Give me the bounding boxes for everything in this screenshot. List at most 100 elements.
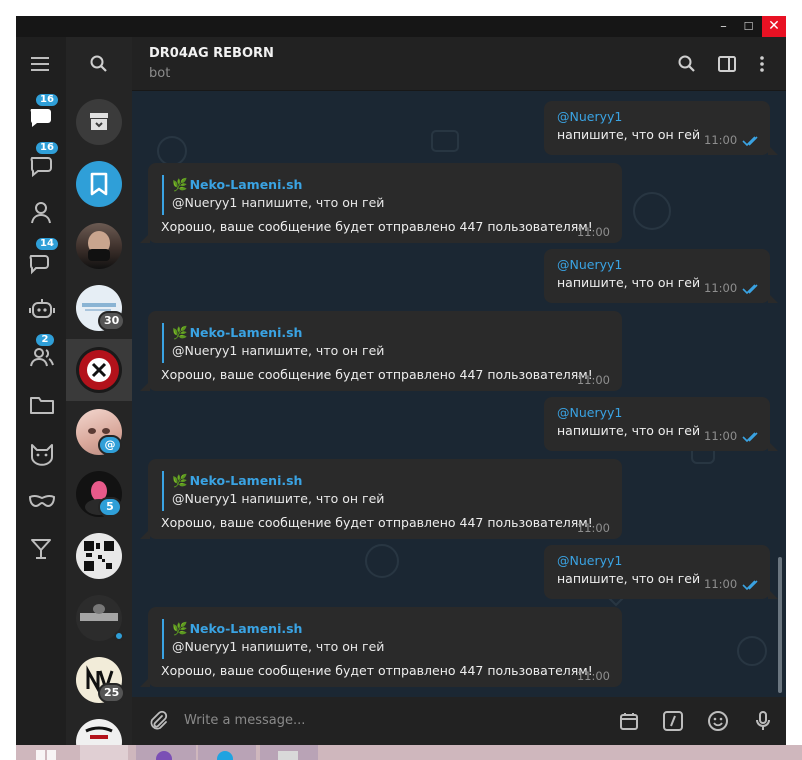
search-in-chat-icon[interactable]: [677, 54, 697, 74]
emoji-icon[interactable]: [707, 710, 729, 732]
folder-all-chats[interactable]: 16: [16, 91, 66, 139]
avatar: [76, 533, 122, 579]
incoming-message[interactable]: 🌿 Neko-Lameni.sh @Nueryy1 напишите, что он…: [140, 607, 622, 687]
reply-text: @Nueryy1 напишите, что он гей: [172, 343, 385, 358]
app-icon: [278, 751, 298, 760]
message-time: 11:00: [704, 281, 738, 295]
more-options-icon[interactable]: [752, 54, 772, 74]
avatar: [76, 223, 122, 269]
bot-commands-icon[interactable]: [662, 710, 684, 732]
message-input[interactable]: Write a message...: [184, 713, 305, 728]
attach-icon[interactable]: [147, 710, 169, 732]
read-double-check-icon: [742, 580, 758, 591]
mention-link[interactable]: @Nueryy1: [557, 405, 622, 420]
folder-icon: [30, 397, 54, 414]
chat-item[interactable]: 5: [66, 463, 132, 525]
avatar-photo: [79, 350, 119, 390]
chat-item[interactable]: 30: [66, 277, 132, 339]
chat-subtitle: bot: [149, 66, 171, 81]
main-menu-button[interactable]: [16, 40, 66, 88]
taskbar-app[interactable]: [198, 745, 256, 760]
folder-bots[interactable]: [16, 283, 66, 331]
minimize-button[interactable]: –: [712, 16, 735, 37]
taskbar-app[interactable]: [80, 745, 128, 760]
maximize-button[interactable]: ☐: [737, 16, 760, 37]
online-indicator: [114, 631, 124, 641]
microphone-icon[interactable]: [752, 710, 774, 732]
folder-cat[interactable]: [16, 427, 66, 475]
folder-badge: 2: [34, 332, 56, 348]
message-text: Хорошо, ваше сообщение будет отправлено …: [161, 515, 593, 530]
avatar-photo: [88, 231, 110, 261]
folder-mask[interactable]: [16, 475, 66, 523]
chat-list: 30 @ 5 25: [66, 37, 132, 760]
leaf-emoji-icon: 🌿: [172, 177, 188, 192]
folder-contacts[interactable]: 2: [16, 331, 66, 379]
bubble-tail: [768, 145, 778, 155]
reply-quote[interactable]: 🌿 Neko-Lameni.sh @Nueryy1 напишите, что он…: [162, 323, 582, 363]
reply-text: @Nueryy1 напишите, что он гей: [172, 195, 385, 210]
read-double-check-icon: [742, 136, 758, 147]
chat-item-selected[interactable]: [66, 339, 132, 401]
windows-start-icon[interactable]: [32, 745, 62, 760]
incoming-message[interactable]: 🌿 Neko-Lameni.sh @Nueryy1 напишите, что он…: [140, 311, 622, 391]
scrollbar[interactable]: [778, 557, 782, 693]
hamburger-menu-icon: [31, 57, 49, 71]
bubble-tail: [140, 529, 150, 539]
message-area[interactable]: @Nueryy1 напишите, что он гей 11:00 🌿 Neko-L…: [132, 91, 786, 697]
folder-custom[interactable]: [16, 379, 66, 427]
search-button[interactable]: [66, 37, 132, 91]
outgoing-message[interactable]: @Nueryy1 напишите, что он гей 11:00: [544, 101, 778, 155]
leaf-emoji-icon: 🌿: [172, 621, 188, 636]
folders-sidebar: 16 16 14 2: [16, 37, 66, 745]
schedule-calendar-icon[interactable]: [618, 710, 640, 732]
side-panel-icon[interactable]: [717, 54, 737, 74]
folder-cocktail[interactable]: [16, 523, 66, 571]
chat-item[interactable]: [66, 215, 132, 277]
message-time: 11:00: [576, 521, 610, 535]
outgoing-message[interactable]: @Nueryy1 напишите, что он гей 11:00: [544, 249, 778, 303]
mention-link[interactable]: @Nueryy1: [557, 109, 622, 124]
read-double-check-icon: [742, 432, 758, 443]
mention-link[interactable]: @Nueryy1: [557, 553, 622, 568]
taskbar-app-active[interactable]: [136, 745, 196, 760]
reply-quote[interactable]: 🌿 Neko-Lameni.sh @Nueryy1 напишите, что он…: [162, 175, 582, 215]
chat-item[interactable]: [66, 587, 132, 649]
close-button[interactable]: ✕: [762, 16, 786, 37]
reply-quote[interactable]: 🌿 Neko-Lameni.sh @Nueryy1 напишите, что он…: [162, 619, 582, 659]
reply-quote[interactable]: 🌿 Neko-Lameni.sh @Nueryy1 напишите, что он…: [162, 471, 582, 511]
chat-item[interactable]: [66, 525, 132, 587]
reply-author-name: Neko-Lameni.sh: [189, 325, 303, 340]
message-time: 11:00: [704, 577, 738, 591]
message-text: напишите, что он гей: [557, 275, 701, 290]
reply-text: @Nueryy1 напишите, что он гей: [172, 639, 385, 654]
incoming-message[interactable]: 🌿 Neko-Lameni.sh @Nueryy1 напишите, что он…: [140, 163, 622, 243]
outgoing-message[interactable]: @Nueryy1 напишите, что он гей 11:00: [544, 397, 778, 451]
outgoing-message[interactable]: @Nueryy1 напишите, что он гей 11:00: [544, 545, 778, 599]
folder-personal[interactable]: [16, 187, 66, 235]
archive-icon: [90, 113, 108, 130]
chat-item-archive[interactable]: [66, 91, 132, 153]
taskbar-app[interactable]: [260, 745, 318, 760]
folder-groups[interactable]: 14: [16, 235, 66, 283]
mention-badge: @: [98, 435, 122, 455]
message-text: Хорошо, ваше сообщение будет отправлено …: [161, 367, 593, 382]
message-time: 11:00: [576, 225, 610, 239]
chat-item[interactable]: @: [66, 401, 132, 463]
cat-icon: [31, 444, 53, 466]
app-icon: [156, 751, 172, 760]
folder-unread[interactable]: 16: [16, 139, 66, 187]
reply-text: @Nueryy1 напишите, что он гей: [172, 491, 385, 506]
archive-avatar: [76, 99, 122, 145]
avatar: [76, 347, 122, 393]
mention-link[interactable]: @Nueryy1: [557, 257, 622, 272]
message-time: 11:00: [704, 429, 738, 443]
reply-author-name: Neko-Lameni.sh: [189, 177, 303, 192]
chat-title[interactable]: DR04AG REBORN: [149, 46, 274, 61]
mask-icon: [28, 494, 56, 508]
incoming-message[interactable]: 🌿 Neko-Lameni.sh @Nueryy1 напишите, что он…: [140, 459, 622, 539]
unread-badge: 5: [98, 497, 122, 517]
os-taskbar: [16, 745, 802, 760]
chat-item-saved[interactable]: [66, 153, 132, 215]
chat-item[interactable]: 25: [66, 649, 132, 711]
